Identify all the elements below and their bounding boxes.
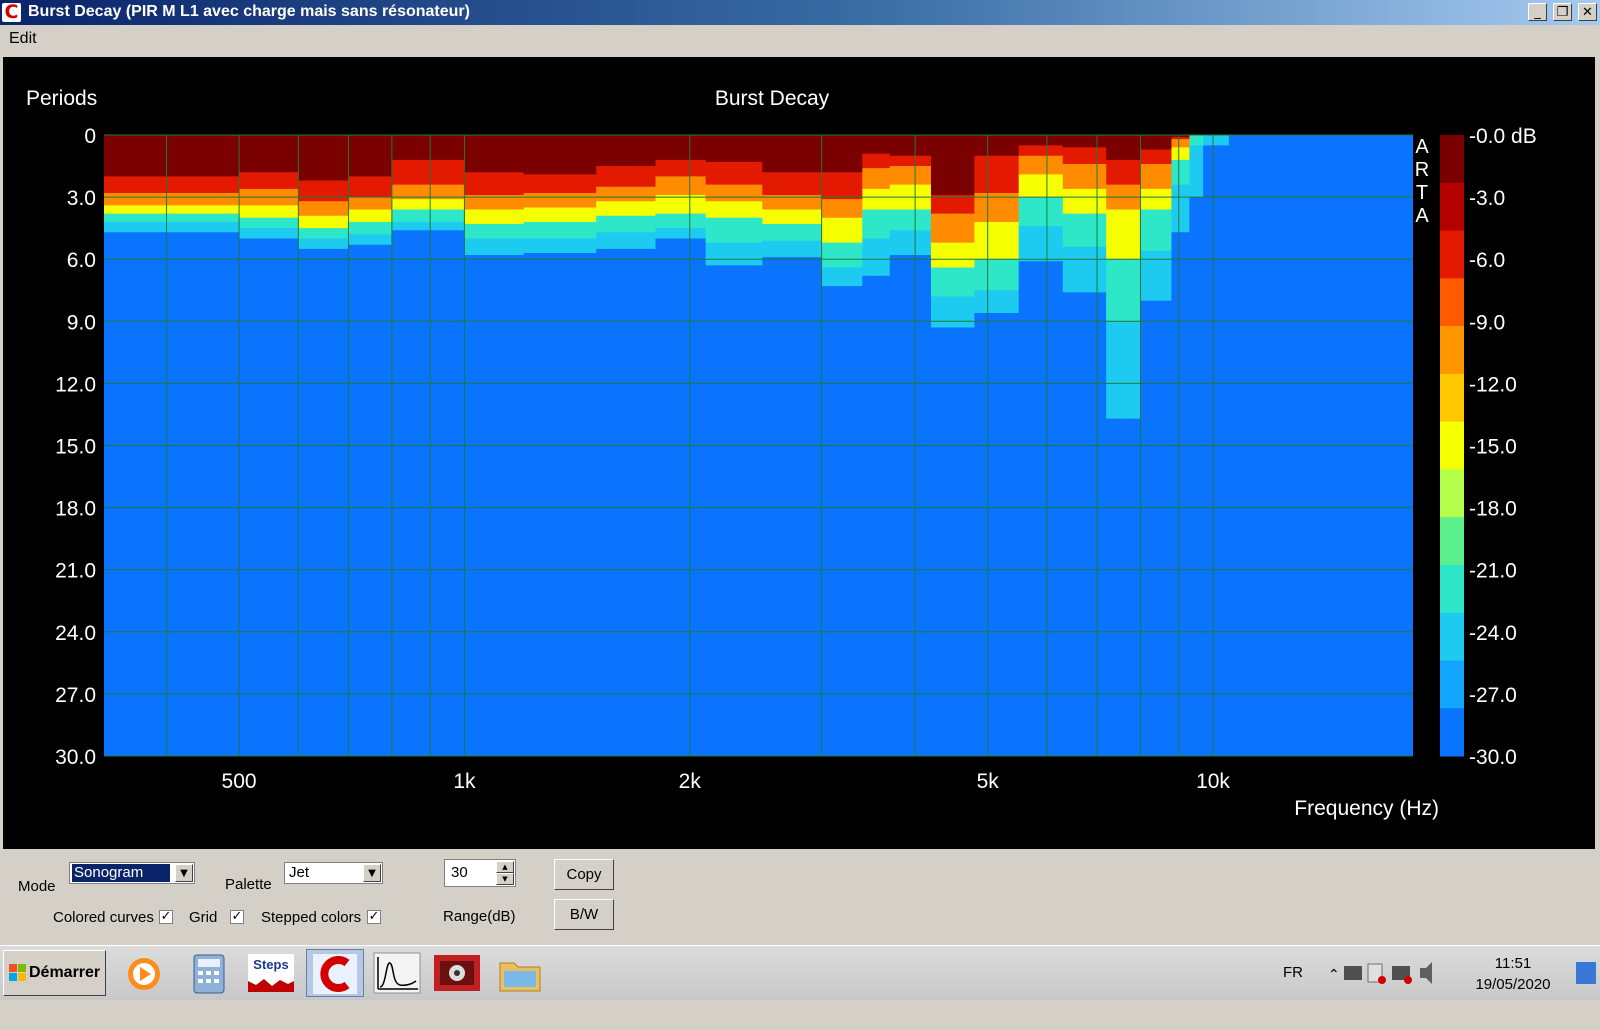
colorbar-label: -21.0 [1469,560,1517,583]
colored-curves-label: Colored curves [53,909,154,926]
y-tick-label: 0 [84,125,96,148]
window-title: Burst Decay (PIR M L1 avec charge mais s… [28,3,470,20]
colorbar-label: -3.0 [1469,187,1505,210]
colorbar-label: -9.0 [1469,311,1505,334]
colorbar [1440,135,1464,757]
watermark-letter: T [1416,182,1428,204]
start-label: Démarrer [29,964,101,981]
grid-checkbox[interactable]: ✓ [230,910,244,924]
arta-watermark: ARTA [1415,136,1430,227]
y-tick-label: 12.0 [55,373,96,396]
colorbar-label: -18.0 [1469,498,1517,521]
y-tick-label: 24.0 [55,622,96,645]
colorbar-label: -24.0 [1469,622,1517,645]
colorbar-label: -15.0 [1469,436,1517,459]
colorbar-label: -0.0 dB [1469,125,1537,148]
y-tick-label: 18.0 [55,498,96,521]
mode-select[interactable]: Sonogram ▼ [69,862,195,884]
language-indicator[interactable]: FR [1283,964,1303,1018]
y-tick-label: 3.0 [67,187,96,210]
colorbar-step [1440,517,1464,566]
arta-icon[interactable] [306,949,364,997]
show-desktop-button[interactable] [1576,962,1596,984]
range-label: Range(dB) [443,908,516,925]
steps-icon[interactable]: Steps [244,949,302,997]
close-button[interactable]: ✕ [1578,3,1597,21]
colorbar-step [1440,326,1464,375]
colorbar-label: -6.0 [1469,249,1505,272]
chevron-down-icon[interactable]: ▼ [363,864,381,882]
copy-button[interactable]: Copy [554,859,614,890]
menu-edit[interactable]: Edit [9,30,37,48]
colorbar-step [1440,564,1464,614]
start-button[interactable]: Démarrer [3,950,106,996]
x-axis-label: Frequency (Hz) [1294,797,1439,820]
y-axis-label: Periods [26,87,97,110]
x-tick-label: 5k [977,770,1000,793]
colorbar-step [1440,135,1464,184]
watermark-letter: A [1415,136,1429,158]
taskbar: Démarrer Steps FR ⌃ 11:51 19/05/2020 [0,945,1600,1000]
colorbar-label: -27.0 [1469,684,1517,707]
burst-decay-chart: 500 1k 2k 5k 10k 0 3.0 6.0 9.0 12.0 15.0 18.0 21.0 2… [3,57,1595,849]
colorbar-step [1440,278,1464,327]
colorbar-label: -12.0 [1469,373,1517,396]
y-tick-label: 21.0 [55,560,96,583]
y-tick-label: 30.0 [55,746,96,769]
colorbar-step [1440,469,1464,518]
menu-bar: Edit [0,25,1600,56]
colorbar-step [1440,421,1464,470]
colorbar-step [1440,182,1464,232]
spin-down-icon[interactable]: ▼ [496,873,514,885]
network-icon[interactable] [1344,966,1362,980]
palette-value: Jet [289,864,310,881]
windows-flag-icon [9,964,27,982]
arta-app-icon[interactable]: C [2,3,21,22]
colorbar-step [1440,660,1464,709]
chevron-down-icon[interactable]: ▼ [175,864,193,882]
palette-label: Palette [225,876,272,893]
y-tick-label: 9.0 [67,311,96,334]
tray-icons: ⌃ [1322,946,1472,1000]
range-value: 30 [451,864,468,881]
y-tick-label: 27.0 [55,684,96,707]
vituixcad-icon[interactable] [430,949,488,997]
calculator-icon[interactable] [182,949,240,997]
palette-select[interactable]: Jet ▼ [284,862,383,884]
spin-up-icon[interactable]: ▲ [496,861,514,873]
chart-title: Burst Decay [715,87,830,110]
media-player-icon[interactable] [118,949,176,997]
minimize-button[interactable]: _ [1528,3,1547,21]
mode-value: Sonogram [72,864,170,882]
colorbar-label: -30.0 [1469,746,1517,769]
grid-label: Grid [189,909,218,926]
x-tick-label: 10k [1196,770,1230,793]
stepped-colors-checkbox[interactable]: ✓ [367,910,381,924]
mode-label: Mode [18,878,56,895]
colorbar-step [1440,708,1464,757]
clock-date[interactable]: 19/05/2020 [1470,976,1556,1030]
bw-button[interactable]: B/W [554,899,614,930]
colorbar-step [1440,612,1464,661]
restore-button[interactable]: ❐ [1553,3,1572,21]
limp-icon[interactable] [370,949,428,997]
show-hidden-icon[interactable]: ⌃ [1328,967,1340,983]
x-tick-label: 1k [453,770,476,793]
explorer-icon[interactable] [492,949,550,997]
x-tick-label: 500 [222,770,257,793]
title-bar: C Burst Decay (PIR M L1 avec charge mais… [0,0,1600,25]
colorbar-step [1440,373,1464,423]
watermark-letter: A [1415,205,1429,227]
y-tick-label: 15.0 [55,436,96,459]
watermark-letter: R [1415,159,1429,181]
controls-panel: Mode Sonogram ▼ Palette Jet ▼ 30 ▲ ▼ Ran… [0,850,1600,942]
volume-icon[interactable] [1420,962,1432,984]
x-tick-label: 2k [679,770,702,793]
colored-curves-checkbox[interactable]: ✓ [159,910,173,924]
stepped-colors-label: Stepped colors [261,909,362,926]
range-spinbox[interactable]: 30 ▲ ▼ [444,859,516,887]
colorbar-step [1440,230,1464,279]
steps-app-label: Steps [253,957,288,972]
y-tick-label: 6.0 [67,249,96,272]
